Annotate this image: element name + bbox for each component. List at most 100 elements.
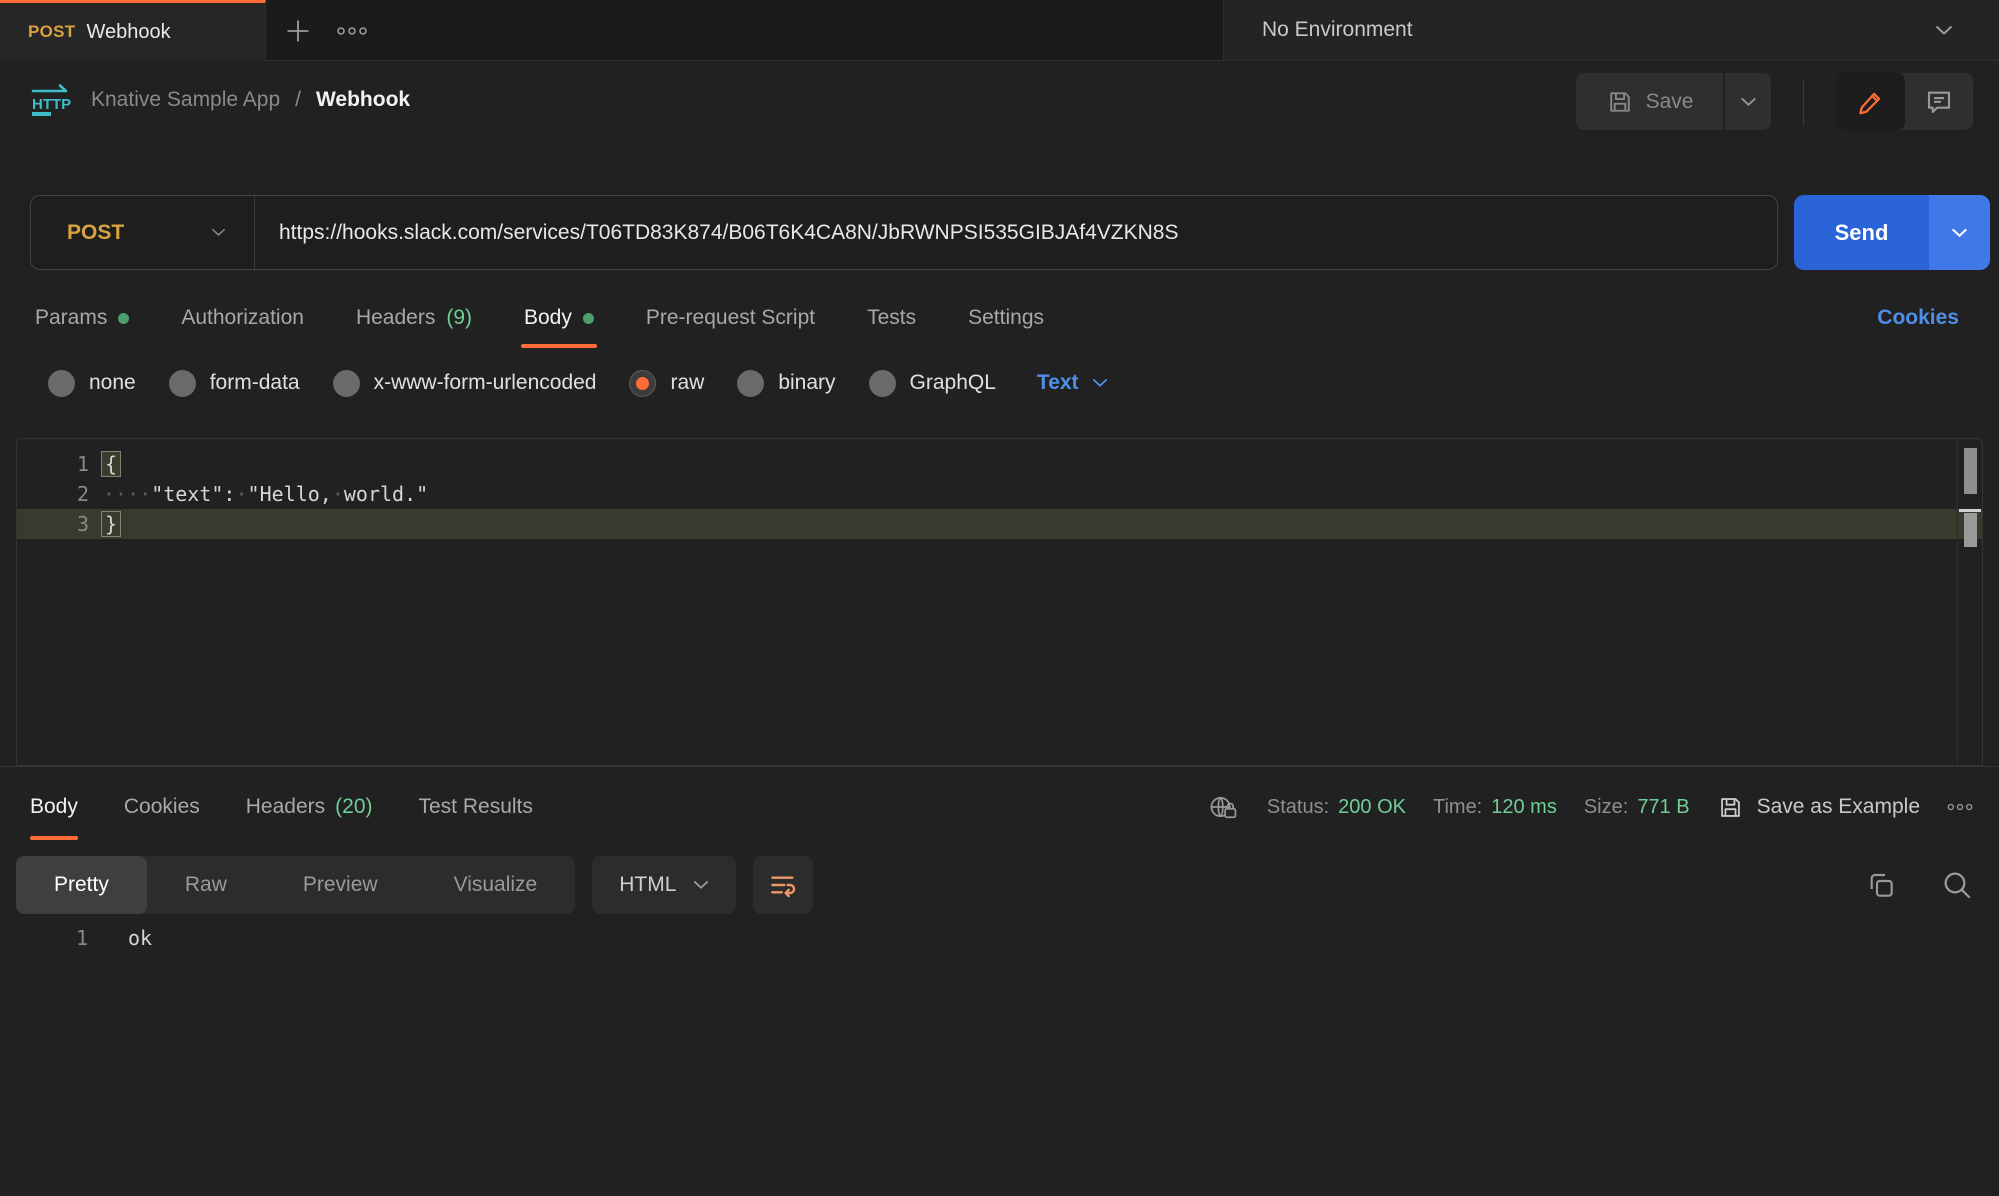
- url-input[interactable]: https://hooks.slack.com/services/T06TD83…: [255, 221, 1777, 245]
- time-field: Time: 120 ms: [1433, 796, 1557, 819]
- size-value: 771 B: [1637, 796, 1689, 819]
- response-tab-test-results[interactable]: Test Results: [419, 767, 533, 847]
- view-raw[interactable]: Raw: [147, 856, 265, 914]
- more-horizontal-icon: [337, 25, 367, 37]
- save-as-example-button[interactable]: Save as Example: [1717, 794, 1920, 821]
- environment-selector[interactable]: No Environment: [1223, 0, 1999, 60]
- mode-label: x-www-form-urlencoded: [374, 371, 597, 395]
- line-number: 3: [17, 512, 89, 536]
- tab-label: Tests: [867, 306, 916, 330]
- tab-settings[interactable]: Settings: [968, 286, 1044, 350]
- tab-tests[interactable]: Tests: [867, 286, 916, 350]
- mode-x-www-form-urlencoded[interactable]: x-www-form-urlencoded: [333, 370, 597, 397]
- code-line[interactable]: 1 {: [17, 449, 1982, 479]
- body-mode-options: none form-data x-www-form-urlencoded raw…: [48, 354, 1108, 412]
- radio-icon: [169, 370, 196, 397]
- tab-authorization[interactable]: Authorization: [181, 286, 304, 350]
- environment-name: No Environment: [1262, 18, 1413, 42]
- status-label: Status:: [1267, 796, 1329, 819]
- tab-headers[interactable]: Headers (9): [356, 286, 472, 350]
- copy-button[interactable]: [1865, 869, 1897, 901]
- request-tab[interactable]: POST Webhook: [0, 0, 266, 61]
- search-button[interactable]: [1941, 869, 1973, 901]
- breadcrumb-collection[interactable]: Knative Sample App: [91, 88, 280, 112]
- green-dot-indicator: [118, 313, 129, 324]
- code-line[interactable]: 2 ····"text":·"Hello,·world.": [17, 479, 1982, 509]
- format-value: HTML: [619, 873, 676, 897]
- chevron-down-icon: [1935, 25, 1953, 36]
- comments-button[interactable]: [1905, 73, 1973, 130]
- code-text: {: [101, 451, 121, 477]
- response-body-line[interactable]: 1 ok: [16, 923, 152, 953]
- response-toolbar-right: [1865, 869, 1973, 901]
- mode-graphql[interactable]: GraphQL: [869, 370, 996, 397]
- chevron-down-icon: [693, 880, 709, 890]
- radio-selected-icon: [629, 370, 656, 397]
- tab-count: (20): [335, 795, 372, 819]
- time-value: 120 ms: [1491, 796, 1557, 819]
- scrollbar-thumb[interactable]: [1964, 448, 1977, 494]
- response-header: Body Cookies Headers (20) Test Results: [30, 767, 1973, 847]
- response-tab-body[interactable]: Body: [30, 767, 78, 847]
- green-dot-indicator: [583, 313, 594, 324]
- active-line-marker: [1964, 513, 1977, 547]
- send-button[interactable]: Send: [1794, 195, 1929, 270]
- tab-params[interactable]: Params: [35, 286, 129, 350]
- chevron-down-icon: [1740, 97, 1757, 107]
- mode-raw[interactable]: raw: [629, 370, 704, 397]
- mode-none[interactable]: none: [48, 370, 136, 397]
- save-as-example-label: Save as Example: [1757, 795, 1920, 819]
- url-value: https://hooks.slack.com/services/T06TD83…: [279, 221, 1179, 244]
- response-options-button[interactable]: [1947, 802, 1973, 812]
- tab-label: Params: [35, 306, 107, 330]
- comment-icon: [1924, 87, 1954, 117]
- new-tab-button[interactable]: [278, 13, 318, 49]
- edit-request-button[interactable]: [1836, 73, 1905, 130]
- response-tab-headers[interactable]: Headers (20): [246, 767, 373, 847]
- response-format-select[interactable]: HTML: [592, 856, 736, 914]
- tab-label: Settings: [968, 306, 1044, 330]
- mode-label: raw: [670, 371, 704, 395]
- method-select[interactable]: POST: [31, 196, 255, 269]
- tab-label: Pre-request Script: [646, 306, 815, 330]
- tab-label: Cookies: [124, 795, 200, 819]
- postman-app: POST Webhook No Environment HTTP: [0, 0, 1999, 1196]
- view-pretty[interactable]: Pretty: [16, 856, 147, 914]
- code-text: ····"text":·"Hello,·world.": [103, 482, 428, 506]
- mode-binary[interactable]: binary: [737, 370, 835, 397]
- chevron-down-icon: [211, 228, 226, 237]
- size-field: Size: 771 B: [1584, 796, 1690, 819]
- floppy-disk-icon: [1606, 88, 1634, 116]
- tab-pre-request-script[interactable]: Pre-request Script: [646, 286, 815, 350]
- breadcrumb-separator: /: [295, 88, 301, 112]
- wrap-text-icon: [767, 869, 799, 901]
- divider: [1803, 79, 1804, 125]
- breadcrumb-request: Webhook: [316, 88, 410, 112]
- response-tab-cookies[interactable]: Cookies: [124, 767, 200, 847]
- raw-language-select[interactable]: Text: [1037, 371, 1108, 395]
- mode-form-data[interactable]: form-data: [169, 370, 300, 397]
- save-options-button[interactable]: [1725, 73, 1771, 130]
- mode-label: binary: [778, 371, 835, 395]
- code-line-active[interactable]: 3 }: [17, 509, 1982, 539]
- response-meta: Status: 200 OK Time: 120 ms Size: 771 B …: [1208, 793, 1973, 821]
- plus-icon: [284, 17, 312, 45]
- view-switcher: Pretty Raw Preview Visualize: [16, 856, 575, 914]
- tab-options-button[interactable]: [332, 13, 372, 49]
- view-visualize[interactable]: Visualize: [416, 856, 576, 914]
- request-url-bar: POST https://hooks.slack.com/services/T0…: [30, 195, 1778, 270]
- save-button[interactable]: Save: [1576, 73, 1723, 130]
- request-mode-toggle: [1836, 73, 1973, 130]
- cookies-link[interactable]: Cookies: [1877, 306, 1959, 330]
- wrap-text-button[interactable]: [753, 856, 813, 914]
- tab-count: (9): [446, 306, 472, 330]
- send-options-button[interactable]: [1929, 195, 1990, 270]
- tab-label: Test Results: [419, 795, 533, 819]
- globe-lock-icon[interactable]: [1208, 793, 1240, 821]
- tab-body[interactable]: Body: [524, 286, 594, 350]
- copy-icon: [1865, 869, 1897, 901]
- response-tabs: Body Cookies Headers (20) Test Results: [30, 767, 533, 847]
- radio-icon: [48, 370, 75, 397]
- view-preview[interactable]: Preview: [265, 856, 416, 914]
- request-body-editor[interactable]: 1 { 2 ····"text":·"Hello,·world." 3 }: [16, 438, 1983, 766]
